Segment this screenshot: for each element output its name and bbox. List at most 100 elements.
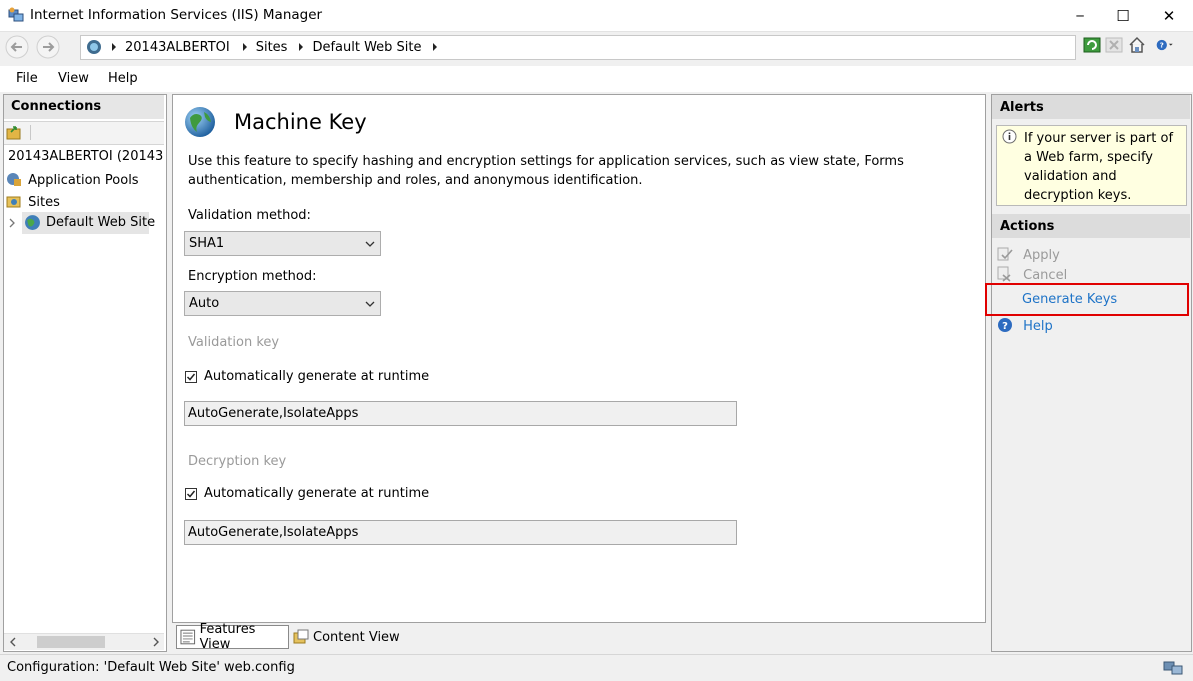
close-button[interactable]: ✕ — [1146, 0, 1192, 31]
status-text: Configuration: 'Default Web Site' web.co… — [7, 660, 295, 675]
forward-arrow-icon[interactable] — [36, 35, 60, 59]
tree-item-default-web-site-label: Default Web Site — [46, 215, 156, 230]
alert-message-box: If your server is part of a Web farm, sp… — [996, 125, 1187, 206]
encryption-method-select[interactable]: Auto — [184, 291, 381, 316]
apply-action[interactable]: Apply — [997, 246, 1060, 263]
server-globe-icon — [87, 40, 101, 54]
decryption-auto-generate-checkbox[interactable] — [185, 488, 197, 500]
stop-icon[interactable] — [1105, 36, 1123, 54]
refresh-icon[interactable] — [1083, 36, 1101, 54]
tree-item-server[interactable]: 20143ALBERTOI (20143ALBERTOI\Alberto) — [8, 149, 163, 164]
features-view-icon — [180, 629, 196, 645]
globe-icon — [25, 215, 40, 230]
apply-action-label: Apply — [1023, 248, 1060, 263]
tree-item-sites[interactable]: Sites — [6, 193, 60, 210]
decryption-key-header: Decryption key — [188, 454, 287, 469]
tab-content-view[interactable]: Content View — [293, 625, 400, 649]
help-action[interactable]: ? Help — [997, 317, 1053, 334]
checkmark-icon — [186, 373, 196, 381]
help-action-label: Help — [1023, 319, 1053, 334]
tab-content-view-label: Content View — [313, 629, 400, 645]
breadcrumb-default-web-site[interactable]: Default Web Site — [312, 40, 421, 55]
encryption-method-value: Auto — [189, 296, 220, 311]
validation-key-input[interactable]: AutoGenerate,IsolateApps — [184, 401, 737, 426]
connections-horizontal-scrollbar[interactable] — [4, 633, 164, 650]
generate-keys-action[interactable]: Generate Keys — [1022, 292, 1117, 307]
connections-toolbar — [4, 121, 164, 145]
breadcrumb-sites[interactable]: Sites — [256, 40, 288, 55]
actions-title: Actions — [1000, 219, 1055, 234]
tree-item-sites-label: Sites — [28, 195, 60, 210]
breadcrumb-server[interactable]: 20143ALBERTOI — [125, 40, 230, 55]
validation-key-header: Validation key — [188, 335, 280, 350]
validation-method-select[interactable]: SHA1 — [184, 231, 381, 256]
menu-bar — [0, 66, 1193, 92]
validation-auto-generate-label[interactable]: Automatically generate at runtime — [204, 369, 429, 384]
actions-header: Actions — [992, 214, 1190, 238]
tree-item-application-pools[interactable]: Application Pools — [6, 171, 139, 188]
machine-key-globe-icon — [185, 107, 215, 137]
minimize-icon: ─ — [1076, 8, 1084, 23]
scroll-right-icon[interactable] — [151, 637, 161, 647]
menu-file[interactable]: File — [16, 71, 38, 86]
alerts-title: Alerts — [1000, 100, 1044, 115]
menu-help-label: Help — [108, 71, 138, 86]
window-title: Internet Information Services (IIS) Mana… — [30, 7, 323, 23]
help-icon: ? — [998, 318, 1012, 332]
status-bar: Configuration: 'Default Web Site' web.co… — [0, 654, 1193, 681]
home-icon[interactable] — [1128, 36, 1146, 54]
tab-features-view[interactable]: Features View — [176, 622, 289, 652]
svg-text:?: ? — [1160, 41, 1164, 50]
apply-icon — [997, 247, 1013, 261]
connections-header: Connections — [4, 95, 164, 119]
decryption-key-input[interactable]: AutoGenerate,IsolateApps — [184, 520, 737, 545]
minimize-button[interactable]: ─ — [1057, 0, 1103, 31]
tree-item-default-web-site[interactable]: Default Web Site — [22, 212, 155, 234]
validation-method-label: Validation method: — [188, 208, 311, 223]
chevron-down-icon — [365, 301, 375, 307]
connections-title: Connections — [11, 99, 102, 114]
expand-chevron-icon[interactable] — [8, 218, 16, 228]
page-title: Machine Key — [234, 110, 367, 134]
tree-item-server-label: 20143ALBERTOI (20143ALBERTOI\Alberto) — [8, 149, 163, 164]
generate-keys-label: Generate Keys — [1022, 292, 1118, 307]
validation-auto-generate-checkbox[interactable] — [185, 371, 197, 383]
toolbar-separator — [30, 125, 31, 140]
maximize-button[interactable]: ☐ — [1100, 0, 1146, 31]
cancel-action[interactable]: Cancel — [997, 266, 1067, 283]
tab-features-view-label: Features View — [199, 622, 256, 652]
menu-view[interactable]: View — [58, 71, 89, 86]
info-icon — [1002, 129, 1017, 144]
alerts-header: Alerts — [992, 95, 1190, 119]
chevron-down-icon — [365, 241, 375, 247]
svg-text:?: ? — [1002, 321, 1008, 332]
menu-help[interactable]: Help — [108, 71, 138, 86]
network-status-icon — [1163, 661, 1183, 675]
scroll-left-icon[interactable] — [8, 637, 18, 647]
close-icon: ✕ — [1162, 6, 1176, 25]
breadcrumb-arrow-icon — [242, 43, 247, 51]
feature-description: Use this feature to specify hashing and … — [188, 154, 904, 188]
cancel-action-label: Cancel — [1023, 268, 1068, 283]
maximize-icon: ☐ — [1116, 6, 1130, 25]
cancel-icon — [997, 266, 1011, 282]
breadcrumb-arrow-icon — [432, 43, 437, 51]
menu-view-label: View — [58, 71, 89, 86]
help-dropdown-icon[interactable]: ? — [1156, 36, 1174, 54]
breadcrumb-arrow-icon — [112, 43, 116, 51]
content-view-icon — [293, 629, 309, 644]
iis-app-icon — [8, 7, 24, 22]
encryption-method-label: Encryption method: — [188, 269, 317, 284]
alert-message-text: If your server is part of a Web farm, sp… — [1024, 131, 1174, 203]
back-arrow-icon[interactable] — [5, 35, 29, 59]
decryption-auto-generate-label[interactable]: Automatically generate at runtime — [204, 486, 429, 501]
tree-item-application-pools-label: Application Pools — [28, 173, 139, 188]
connect-icon[interactable] — [6, 124, 22, 140]
scrollbar-thumb[interactable] — [37, 636, 105, 648]
breadcrumb-arrow-icon — [299, 43, 304, 51]
app-pool-icon — [7, 173, 21, 186]
sites-folder-icon — [6, 196, 21, 208]
menu-file-label: File — [16, 71, 38, 86]
breadcrumb: 20143ALBERTOI Sites Default Web Site — [86, 38, 446, 56]
validation-method-value: SHA1 — [189, 236, 225, 251]
